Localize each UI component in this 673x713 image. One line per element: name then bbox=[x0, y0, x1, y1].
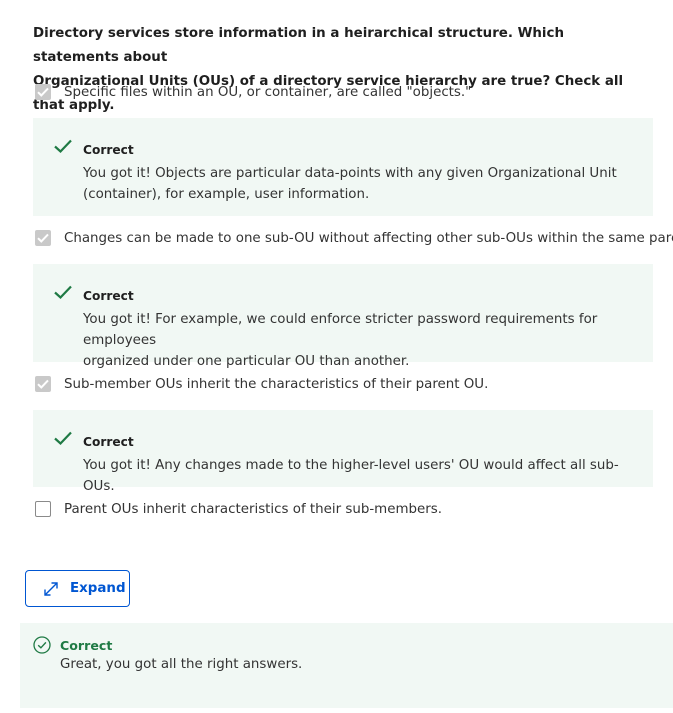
expand-button-label: Expand bbox=[70, 581, 126, 596]
option-3[interactable]: Sub-member OUs inherit the characteristi… bbox=[35, 374, 488, 394]
feedback-title: Correct bbox=[83, 289, 134, 303]
checkmark-icon bbox=[37, 87, 49, 97]
checkbox-option-1[interactable] bbox=[35, 84, 51, 100]
option-4[interactable]: Parent OUs inherit characteristics of th… bbox=[35, 499, 442, 519]
feedback-line-1: You got it! Any changes made to the high… bbox=[83, 458, 619, 494]
checkmark-icon bbox=[37, 379, 49, 389]
option-1-feedback: Correct You got it! Objects are particul… bbox=[33, 118, 653, 216]
correct-check-icon bbox=[54, 139, 72, 154]
correct-check-icon bbox=[54, 431, 72, 446]
correct-check-icon bbox=[54, 285, 72, 300]
feedback-line-1: You got it! For example, we could enforc… bbox=[83, 312, 598, 348]
feedback-text: You got it! Objects are particular data-… bbox=[83, 163, 638, 205]
feedback-line-2: organized under one particular OU than a… bbox=[83, 354, 410, 369]
option-3-feedback: Correct You got it! Any changes made to … bbox=[33, 410, 653, 494]
question-line-1: Directory services store information in … bbox=[33, 26, 564, 65]
option-4-label: Parent OUs inherit characteristics of th… bbox=[64, 501, 442, 517]
option-2[interactable]: Changes can be made to one sub-OU withou… bbox=[35, 228, 673, 248]
checkbox-option-4[interactable] bbox=[35, 501, 51, 517]
checkbox-option-2[interactable] bbox=[35, 230, 51, 246]
option-3-label: Sub-member OUs inherit the characteristi… bbox=[64, 376, 489, 392]
expand-arrows-icon bbox=[44, 582, 58, 596]
feedback-text: You got it! For example, we could enforc… bbox=[83, 309, 638, 372]
checkmark-icon bbox=[37, 233, 49, 243]
feedback-line-2: (container), for example, user informati… bbox=[83, 187, 370, 202]
checkbox-option-3[interactable] bbox=[35, 376, 51, 392]
option-1-label: Specific files within an OU, or containe… bbox=[64, 84, 472, 100]
option-1[interactable]: Specific files within an OU, or containe… bbox=[35, 82, 471, 102]
feedback-title: Correct bbox=[83, 435, 134, 449]
result-panel: Correct Great, you got all the right ans… bbox=[20, 623, 673, 708]
option-2-feedback: Correct You got it! For example, we coul… bbox=[33, 264, 653, 369]
feedback-text: You got it! Any changes made to the high… bbox=[83, 455, 638, 497]
question-prompt: Directory services store information in … bbox=[33, 22, 643, 118]
option-2-label: Changes can be made to one sub-OU withou… bbox=[64, 230, 673, 246]
check-circle-icon bbox=[33, 636, 51, 654]
feedback-line-1: You got it! Objects are particular data-… bbox=[83, 166, 617, 181]
result-title: Correct bbox=[60, 638, 113, 653]
result-message: Great, you got all the right answers. bbox=[60, 657, 303, 672]
expand-button[interactable]: Expand bbox=[25, 570, 130, 607]
feedback-title: Correct bbox=[83, 143, 134, 157]
